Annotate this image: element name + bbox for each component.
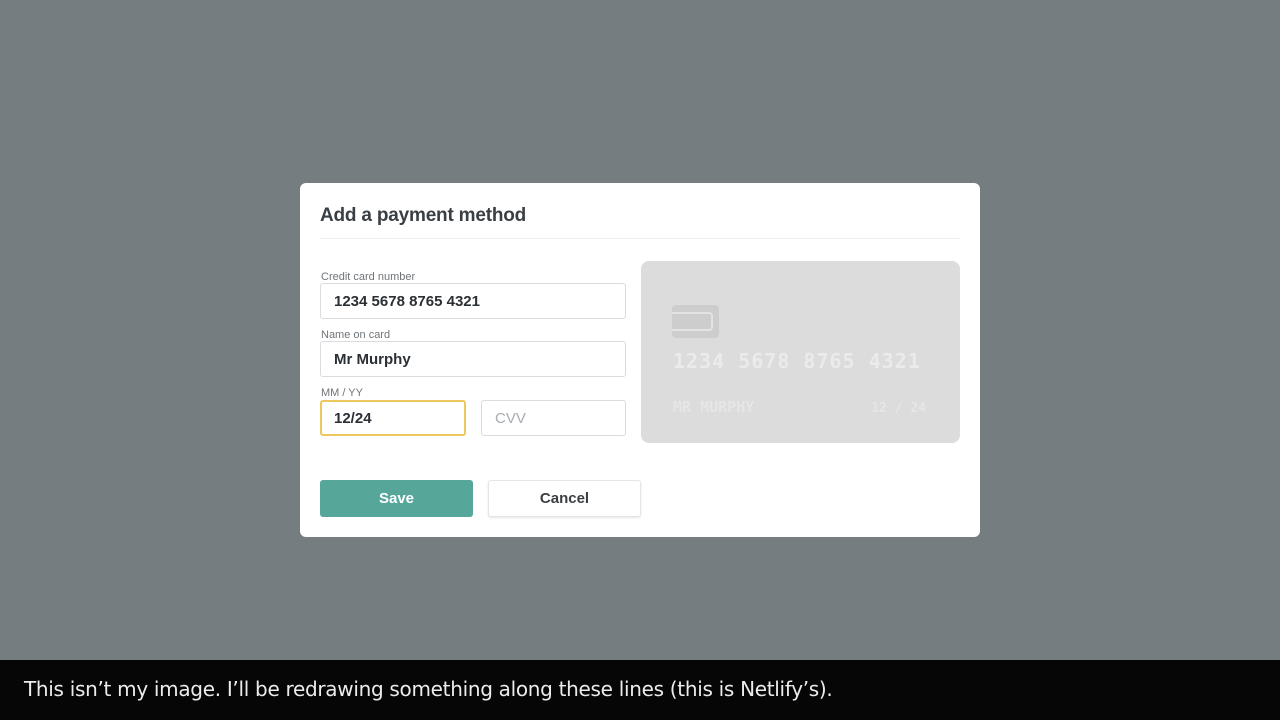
card-number-input[interactable] <box>320 283 626 319</box>
name-on-card-input[interactable] <box>320 341 626 377</box>
cvv-input[interactable] <box>481 400 626 436</box>
card-chip-icon <box>672 305 719 338</box>
save-button[interactable]: Save <box>320 480 473 517</box>
expiry-input[interactable] <box>320 400 466 436</box>
expiry-label: MM / YY <box>321 387 363 399</box>
card-number-label: Credit card number <box>321 271 416 283</box>
cancel-button[interactable]: Cancel <box>488 480 641 517</box>
caption-text: This isn’t my image. I’ll be redrawing s… <box>24 677 833 701</box>
payment-method-dialog: Add a payment method Credit card number … <box>300 183 980 537</box>
name-on-card-label: Name on card <box>321 329 391 341</box>
title-divider <box>320 238 960 239</box>
card-preview-name: MR MURPHY <box>673 398 755 416</box>
card-preview: 1234 5678 8765 4321 MR MURPHY 12 / 24 <box>641 261 960 443</box>
card-preview-expiry: 12 / 24 <box>871 401 926 416</box>
caption-bar: This isn’t my image. I’ll be redrawing s… <box>0 660 1280 720</box>
dialog-title: Add a payment method <box>320 205 527 226</box>
card-preview-number: 1234 5678 8765 4321 <box>673 349 921 373</box>
